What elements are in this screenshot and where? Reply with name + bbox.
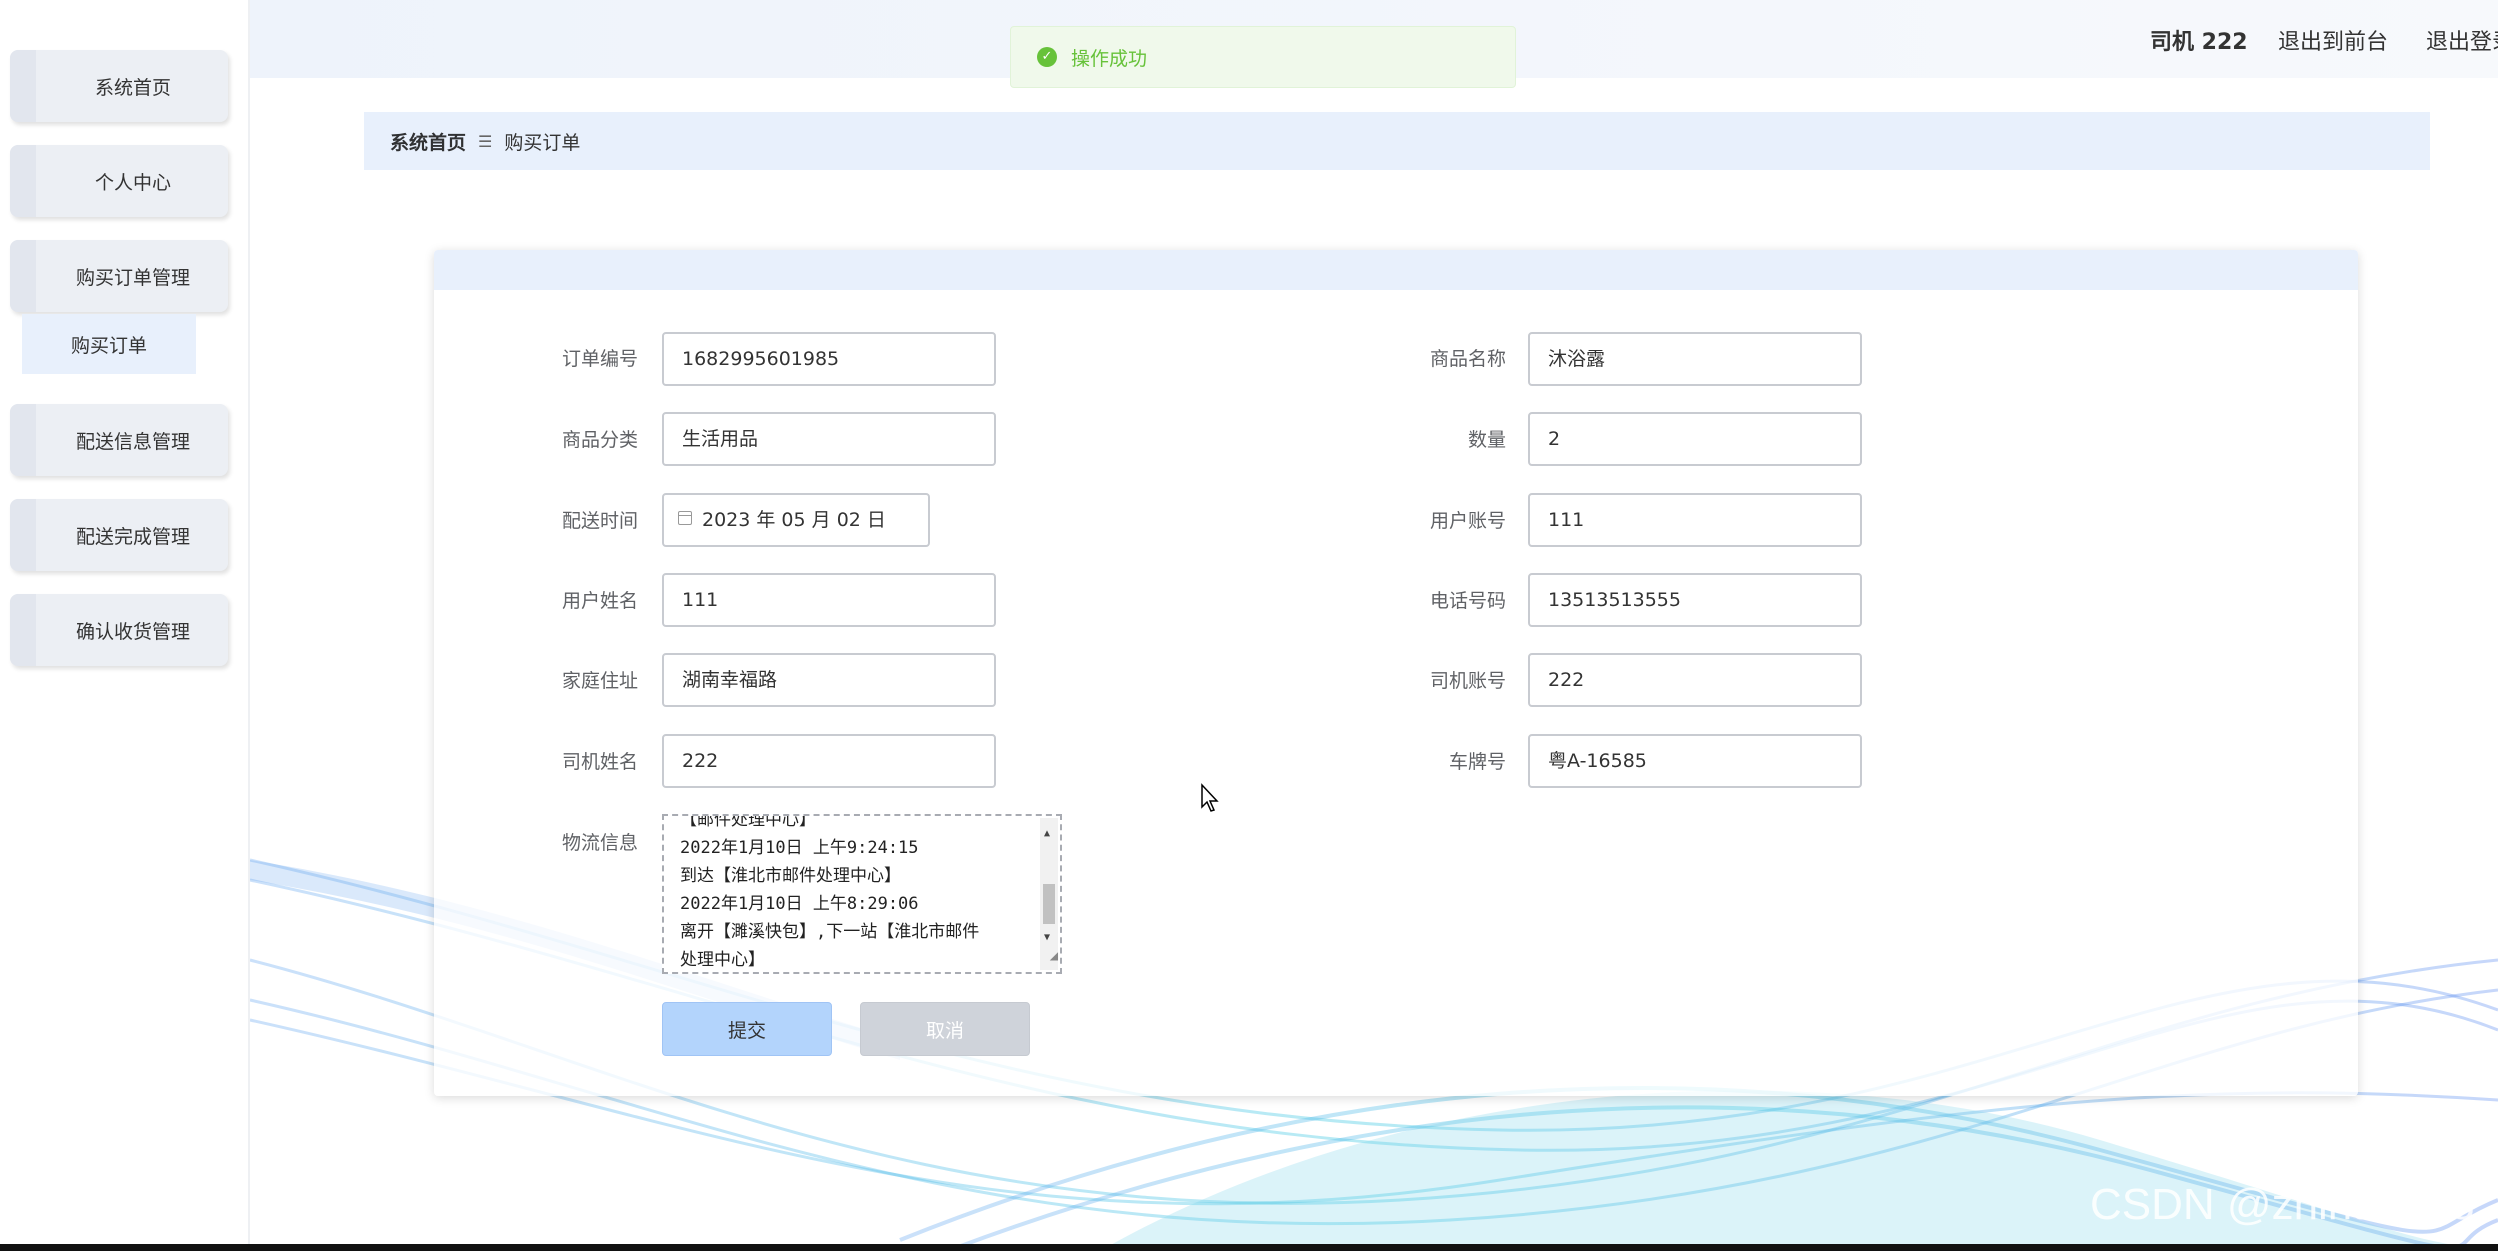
- plate-label: 车牌号: [1448, 751, 1506, 773]
- driver-name-input[interactable]: 222: [662, 734, 996, 788]
- mouse-cursor-icon: [1201, 783, 1219, 812]
- breadcrumb-separator-icon: ☰: [478, 131, 493, 151]
- breadcrumb-home[interactable]: 系统首页: [390, 128, 466, 155]
- sidebar-item-label: 系统首页: [94, 76, 171, 99]
- product-name-input[interactable]: 沐浴露: [1528, 332, 1862, 386]
- phone-input[interactable]: 13513513555: [1528, 573, 1862, 627]
- delivery-time-value: 2023 年 05 月 02 日: [702, 509, 886, 531]
- breadcrumb: 系统首页 ☰ 购买订单: [364, 112, 2430, 170]
- logout-link[interactable]: 退出登录: [2426, 24, 2498, 56]
- driver-account-input[interactable]: 222: [1528, 653, 1862, 707]
- sidebar-item-label: 购买订单管理: [75, 266, 190, 289]
- driver-name-label: 司机姓名: [561, 751, 638, 773]
- sidebar-item-home[interactable]: 系统首页: [10, 50, 228, 122]
- phone-label: 电话号码: [1429, 590, 1506, 612]
- logistics-label: 物流信息: [561, 832, 638, 854]
- category-input[interactable]: 生活用品: [662, 412, 996, 466]
- success-toast: ✓ 操作成功: [1010, 26, 1516, 88]
- success-check-icon: ✓: [1037, 47, 1057, 67]
- current-user-label: 司机 222: [2150, 30, 2248, 55]
- sidebar-item-label: 个人中心: [94, 171, 171, 194]
- plate-input[interactable]: 粤A-16585: [1528, 734, 1862, 788]
- logistics-textarea[interactable]: 【邮件处理中心】 2022年1月10日 上午9:24:15 到达【淮北市邮件处理…: [662, 814, 1062, 974]
- user-name-input[interactable]: 111: [662, 573, 996, 627]
- quantity-input[interactable]: 2: [1528, 412, 1862, 466]
- sidebar-item-label: 配送信息管理: [75, 430, 190, 453]
- bottom-taskbar-edge: [0, 1244, 2498, 1251]
- delivery-time-date-picker[interactable]: 2023 年 05 月 02 日: [662, 493, 930, 547]
- sidebar-item-confirm-receipt-management[interactable]: 确认收货管理: [10, 594, 228, 666]
- sidebar-item-delivery-info-management[interactable]: 配送信息管理: [10, 404, 228, 476]
- sidebar-item-delivery-complete-management[interactable]: 配送完成管理: [10, 499, 228, 571]
- quantity-label: 数量: [1467, 429, 1506, 451]
- scroll-up-arrow-icon[interactable]: ▲: [1044, 820, 1050, 848]
- category-label: 商品分类: [561, 429, 638, 451]
- user-name-label: 用户姓名: [561, 590, 638, 612]
- logistics-line: 2022年1月10日 上午8:29:06: [680, 894, 919, 914]
- cancel-button[interactable]: 取消: [860, 1002, 1030, 1056]
- logistics-line: 离开【濉溪快包】,下一站【淮北市邮件: [680, 922, 980, 942]
- sidebar-item-label: 配送完成管理: [75, 525, 190, 548]
- scrollbar-thumb[interactable]: [1043, 884, 1055, 924]
- address-label: 家庭住址: [561, 670, 638, 692]
- calendar-icon: [678, 511, 692, 525]
- logistics-line: 到达【淮北市邮件处理中心】: [680, 866, 901, 886]
- card-header-bar: [434, 250, 2358, 290]
- user-account-input[interactable]: 111: [1528, 493, 1862, 547]
- logistics-line: 【邮件处理中心】: [680, 814, 816, 830]
- order-no-input[interactable]: 1682995601985: [662, 332, 996, 386]
- watermark: CSDN @zhihao508: [2090, 1180, 2475, 1229]
- delivery-time-label: 配送时间: [561, 510, 638, 532]
- sidebar-item-purchase-order-management[interactable]: 购买订单管理: [10, 240, 228, 312]
- breadcrumb-current: 购买订单: [504, 131, 581, 154]
- sidebar: 系统首页 个人中心 购买订单管理 购买订单 配送信息管理 配送完成管理 确认收货…: [0, 0, 250, 1244]
- user-account-label: 用户账号: [1429, 510, 1506, 532]
- logistics-line: 2022年1月10日 上午9:24:15: [680, 838, 919, 858]
- toast-message: 操作成功: [1071, 47, 1148, 70]
- sidebar-subitem-purchase-order[interactable]: 购买订单: [22, 314, 196, 374]
- order-no-label: 订单编号: [561, 348, 638, 370]
- driver-account-label: 司机账号: [1429, 670, 1506, 692]
- sidebar-item-personal-center[interactable]: 个人中心: [10, 145, 228, 217]
- resize-grip-icon[interactable]: ◢: [1050, 942, 1058, 970]
- address-input[interactable]: 湖南幸福路: [662, 653, 996, 707]
- submit-button[interactable]: 提交: [662, 1002, 832, 1056]
- product-name-label: 商品名称: [1429, 348, 1506, 370]
- sidebar-item-label: 确认收货管理: [75, 620, 190, 643]
- order-form-card: 订单编号 1682995601985 商品名称 沐浴露 商品分类 生活用品 数量…: [434, 250, 2358, 1096]
- sidebar-subitem-label: 购买订单: [70, 334, 147, 357]
- exit-to-front-link[interactable]: 退出到前台: [2278, 24, 2388, 56]
- logistics-content: 【邮件处理中心】 2022年1月10日 上午9:24:15 到达【淮北市邮件处理…: [680, 814, 1030, 972]
- logistics-line: 处理中心】: [680, 950, 765, 970]
